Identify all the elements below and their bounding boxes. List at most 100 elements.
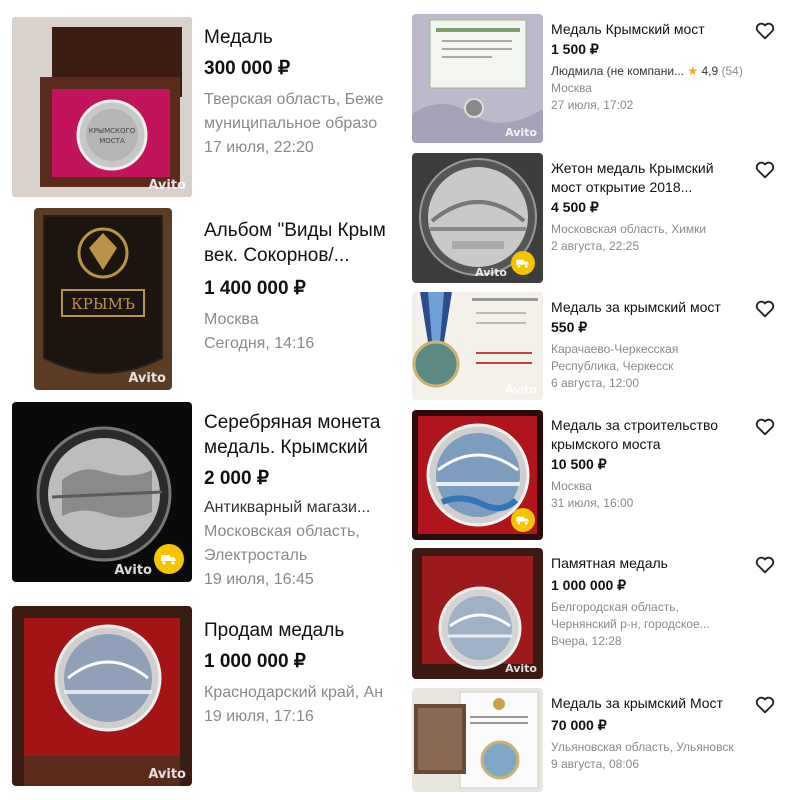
listing-photo[interactable]: Avito xyxy=(412,292,543,400)
seller-rating: 4,9 xyxy=(701,64,719,78)
avito-watermark: Avito xyxy=(505,383,537,396)
listing-title-line-1[interactable]: Серебряная монета xyxy=(204,410,396,435)
avito-watermark: Avito xyxy=(148,767,186,782)
listing-card[interactable]: Avito Медаль Крымский мост 1 500 ₽ Людми… xyxy=(400,14,788,143)
listing-title-line-1[interactable]: Жетон медаль Крымский xyxy=(551,159,752,178)
listing-price: 4 500 ₽ xyxy=(551,199,599,215)
listing-title-line-2[interactable]: крымского моста xyxy=(551,435,752,454)
listing-price: 300 000 ₽ xyxy=(204,58,291,79)
listing-date: 31 июля, 16:00 xyxy=(551,496,634,510)
listing-photo[interactable]: Avito xyxy=(412,548,543,679)
listing-info: Медаль за строительство крымского моста … xyxy=(551,416,752,512)
avito-watermark: Avito xyxy=(475,266,507,279)
avito-watermark: Avito xyxy=(505,662,537,675)
listing-photo[interactable] xyxy=(412,688,543,792)
listing-location: Краснодарский край, Ан xyxy=(204,684,384,701)
listing-info: Жетон медаль Крымский мост открытие 2018… xyxy=(551,159,752,255)
listing-title[interactable]: Медаль Крымский мост xyxy=(551,20,752,39)
listing-photo[interactable] xyxy=(412,410,543,540)
heart-outline-icon[interactable] xyxy=(754,159,776,181)
listing-photo[interactable]: Avito xyxy=(12,402,192,582)
listing-title[interactable]: Медаль за крымский Мост xyxy=(551,694,752,713)
listing-location-detail: муниципальное образо xyxy=(204,115,378,132)
truck-icon xyxy=(154,544,184,574)
listing-info: Медаль Крымский мост 1 500 ₽ Людмила (не… xyxy=(551,20,752,114)
listing-date: 19 июля, 16:45 xyxy=(204,571,314,586)
listing-card[interactable]: Avito Продам медаль 1 000 000 ₽ Краснода… xyxy=(0,606,396,790)
emblem-text: КРЫМЪ xyxy=(71,295,135,313)
seller-name[interactable]: Людмила (не компани... xyxy=(551,64,684,78)
listing-info: Медаль за крымский мост 550 ₽ Карачаево-… xyxy=(551,298,752,392)
listing-title-line-1[interactable]: Медаль за строительство xyxy=(551,416,752,435)
left-listing-column: КРЫМСКОГО МОСТА Avito Медаль 300 000 ₽ Т… xyxy=(0,0,400,800)
listing-location: Москва xyxy=(204,311,259,328)
heart-outline-icon[interactable] xyxy=(754,20,776,42)
listing-location-detail: Республика, Черкесск xyxy=(551,359,674,373)
listing-photo[interactable]: Avito xyxy=(412,153,543,283)
listing-title-line-2[interactable]: век. Сокорнов/... xyxy=(204,243,396,268)
listing-price: 2 000 ₽ xyxy=(204,468,269,489)
heart-outline-icon[interactable] xyxy=(754,416,776,438)
listing-date: 27 июля, 17:02 xyxy=(551,98,634,112)
listing-location-detail: Чернянский р-н, городское... xyxy=(551,617,710,631)
listing-photo[interactable]: КРЫМЪ Avito xyxy=(34,208,172,390)
listing-info: Медаль за крымский Мост 70 000 ₽ Ульянов… xyxy=(551,694,752,773)
listing-card[interactable]: Avito Жетон медаль Крымский мост открыти… xyxy=(400,153,788,283)
medal-box-image xyxy=(412,548,543,679)
listing-location: Белгородская область, xyxy=(551,600,679,614)
truck-icon xyxy=(511,251,535,275)
listing-date: 6 августа, 12:00 xyxy=(551,376,640,390)
listing-card[interactable]: Avito Медаль за крымский мост 550 ₽ Кара… xyxy=(400,292,788,400)
listing-photo[interactable]: Avito xyxy=(12,606,192,786)
heart-outline-icon[interactable] xyxy=(754,554,776,576)
medal-box-image xyxy=(12,606,192,786)
listing-photo[interactable]: Avito xyxy=(412,14,543,143)
listing-date: 19 июля, 17:16 xyxy=(204,708,314,725)
listing-card[interactable]: Медаль за строительство крымского моста … xyxy=(400,410,788,540)
listing-location: Карачаево-Черкесская xyxy=(551,342,679,356)
listing-location: Московская область, xyxy=(204,523,360,540)
listing-info: Памятная медаль 1 000 000 ₽ Белгородская… xyxy=(551,554,752,650)
listing-title[interactable]: Продам медаль xyxy=(204,618,396,643)
avito-watermark: Avito xyxy=(114,563,152,578)
listing-location: Москва xyxy=(551,479,592,493)
listing-info: Медаль 300 000 ₽ Тверская область, Беже … xyxy=(204,25,396,160)
listing-title-line-2[interactable]: мост открытие 2018... xyxy=(551,178,752,197)
listing-location: Тверская область, Беже xyxy=(204,91,384,108)
listing-photo[interactable]: КРЫМСКОГО МОСТА Avito xyxy=(12,17,192,197)
listing-location: Московская область, Химки xyxy=(551,222,707,236)
listing-card[interactable]: Avito Памятная медаль 1 000 000 ₽ Белгор… xyxy=(400,548,788,679)
listing-price: 70 000 ₽ xyxy=(551,717,607,733)
avito-watermark: Avito xyxy=(148,178,186,193)
listing-title-line-1[interactable]: Альбом "Виды Крым xyxy=(204,218,396,243)
star-icon: ★ xyxy=(687,64,699,78)
listing-card[interactable]: КРЫМСКОГО МОСТА Avito Медаль 300 000 ₽ Т… xyxy=(0,17,396,199)
listing-card[interactable]: Медаль за крымский Мост 70 000 ₽ Ульянов… xyxy=(400,688,788,792)
listing-price: 1 000 000 ₽ xyxy=(204,651,306,672)
heart-outline-icon[interactable] xyxy=(754,298,776,320)
avito-watermark: Avito xyxy=(505,126,537,139)
listing-date: 2 августа, 22:25 xyxy=(551,239,640,253)
seller-info[interactable]: Людмила (не компани... ★ 4,9 (54) xyxy=(551,63,752,80)
right-listing-column: Avito Медаль Крымский мост 1 500 ₽ Людми… xyxy=(400,0,800,800)
seller-name[interactable]: Антикварный магази... xyxy=(204,496,396,520)
medal-box-image: КРЫМСКОГО МОСТА xyxy=(12,17,192,197)
avito-watermark: Avito xyxy=(128,371,166,386)
listing-date: 9 августа, 08:06 xyxy=(551,757,640,771)
listing-title[interactable]: Медаль xyxy=(204,25,396,50)
listing-price: 1 000 000 ₽ xyxy=(551,577,627,593)
listing-date: 17 июля, 22:20 xyxy=(204,139,314,156)
listing-title[interactable]: Памятная медаль xyxy=(551,554,752,573)
listing-info: Серебряная монета медаль. Крымский 2 000… xyxy=(204,410,396,586)
listing-card[interactable]: КРЫМЪ Avito Альбом "Виды Крым век. Сокор… xyxy=(0,208,396,392)
listing-card[interactable]: Avito Серебряная монета медаль. Крымский… xyxy=(0,402,396,586)
listing-title[interactable]: Медаль за крымский мост xyxy=(551,298,752,317)
listing-price: 550 ₽ xyxy=(551,319,588,335)
heart-outline-icon[interactable] xyxy=(754,694,776,716)
seller-review-count: (54) xyxy=(721,64,743,78)
listing-location: Ульяновская область, Ульяновск xyxy=(551,740,734,754)
certificate-image xyxy=(412,14,543,143)
medal-document-image xyxy=(412,688,543,792)
album-cover-image: КРЫМЪ xyxy=(34,208,172,390)
listing-title-line-2[interactable]: медаль. Крымский xyxy=(204,435,396,460)
